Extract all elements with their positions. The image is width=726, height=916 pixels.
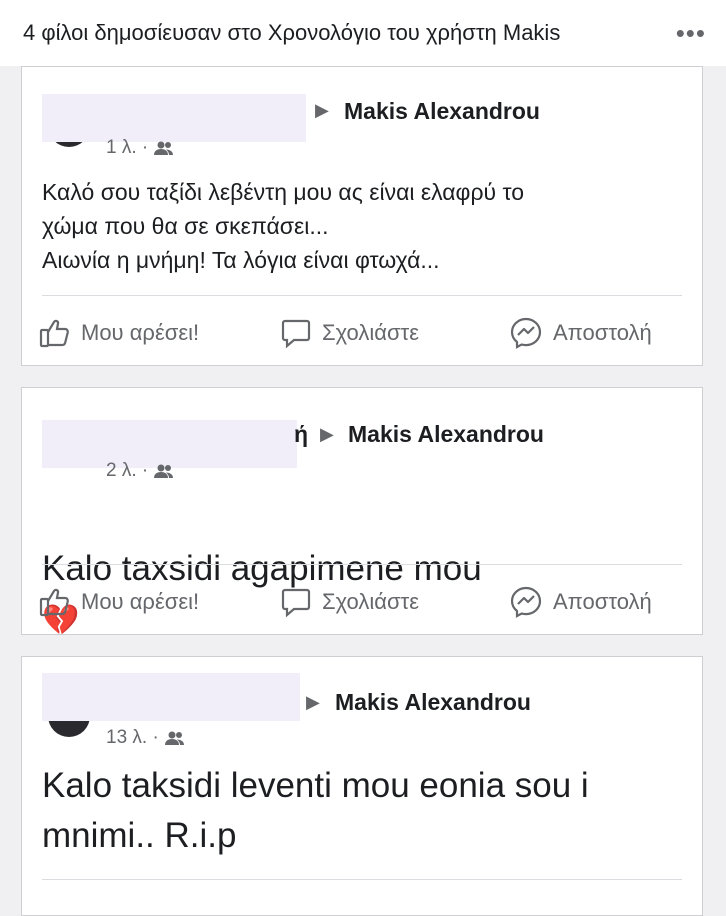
- header-title: 4 φίλοι δημοσίευσαν στο Χρονολόγιο του χ…: [23, 20, 561, 45]
- timeline-header: 4 φίλοι δημοσίευσαν στο Χρονολόγιο του χ…: [0, 0, 726, 66]
- comment-bubble-icon: [281, 588, 311, 618]
- post-actions: Μου αρέσει! Σχολιάστε Αποστολή: [22, 311, 702, 355]
- share-button[interactable]: Αποστολή: [509, 580, 652, 624]
- messenger-icon: [510, 586, 542, 618]
- thumbs-up-icon: [39, 319, 69, 348]
- post-actions: Μου αρέσει! Σχολιάστε Αποστολή: [22, 580, 702, 624]
- like-button[interactable]: Μου αρέσει!: [39, 311, 199, 355]
- friends-icon: [154, 464, 174, 478]
- post-text: Kalo taksidi leventi mou eonia sou i mni…: [42, 766, 589, 855]
- arrow-right-icon: ▶: [315, 100, 329, 120]
- comment-button[interactable]: Σχολιάστε: [280, 311, 419, 355]
- divider: [42, 564, 682, 565]
- post-meta: 2 λ. ·: [106, 460, 175, 482]
- share-label: Αποστολή: [553, 589, 652, 614]
- post-card: ▶ Makis Alexandrou 13 λ. · Kalo taksidi …: [21, 656, 703, 916]
- comment-label: Σχολιάστε: [322, 320, 420, 345]
- arrow-right-icon: ▶: [320, 424, 334, 444]
- friends-icon: [164, 731, 184, 745]
- like-label: Μου αρέσει!: [81, 589, 200, 614]
- divider: [42, 295, 682, 296]
- comment-bubble-icon: [281, 319, 311, 349]
- redacted-author-name: [42, 673, 300, 721]
- target-profile-link[interactable]: Makis Alexandrou: [344, 98, 540, 125]
- post-meta: 13 λ. ·: [106, 727, 186, 749]
- like-button[interactable]: Μου αρέσει!: [39, 580, 199, 624]
- messenger-icon: [510, 317, 542, 349]
- share-label: Αποστολή: [553, 320, 652, 345]
- redacted-author-name: [42, 94, 306, 142]
- more-options-button[interactable]: •••: [676, 20, 706, 46]
- target-profile-link[interactable]: Makis Alexandrou: [348, 421, 544, 448]
- arrow-right-icon: ▶: [306, 692, 320, 712]
- divider: [42, 879, 682, 880]
- share-button[interactable]: Αποστολή: [509, 311, 652, 355]
- post-time[interactable]: 13 λ. ·: [106, 727, 159, 749]
- thumbs-up-icon: [39, 588, 69, 617]
- comment-label: Σχολιάστε: [322, 589, 420, 614]
- post-time[interactable]: 2 λ. ·: [106, 460, 148, 482]
- author-name-fragment[interactable]: ή: [294, 421, 308, 448]
- friends-icon: [154, 141, 174, 155]
- post-meta: 1 λ. ·: [106, 137, 175, 159]
- post-card: ή ▶ Makis Alexandrou 2 λ. · Kalo taxsidi…: [21, 387, 703, 637]
- comment-button[interactable]: Σχολιάστε: [280, 580, 419, 624]
- post-text: Καλό σου ταξίδι λεβέντη μου ας είναι ελα…: [42, 179, 525, 273]
- target-profile-link[interactable]: Makis Alexandrou: [335, 689, 531, 716]
- like-label: Μου αρέσει!: [81, 320, 200, 345]
- post-time[interactable]: 1 λ. ·: [106, 137, 148, 159]
- post-card: ▶ Makis Alexandrou 1 λ. · Καλό σου ταξίδ…: [21, 66, 703, 366]
